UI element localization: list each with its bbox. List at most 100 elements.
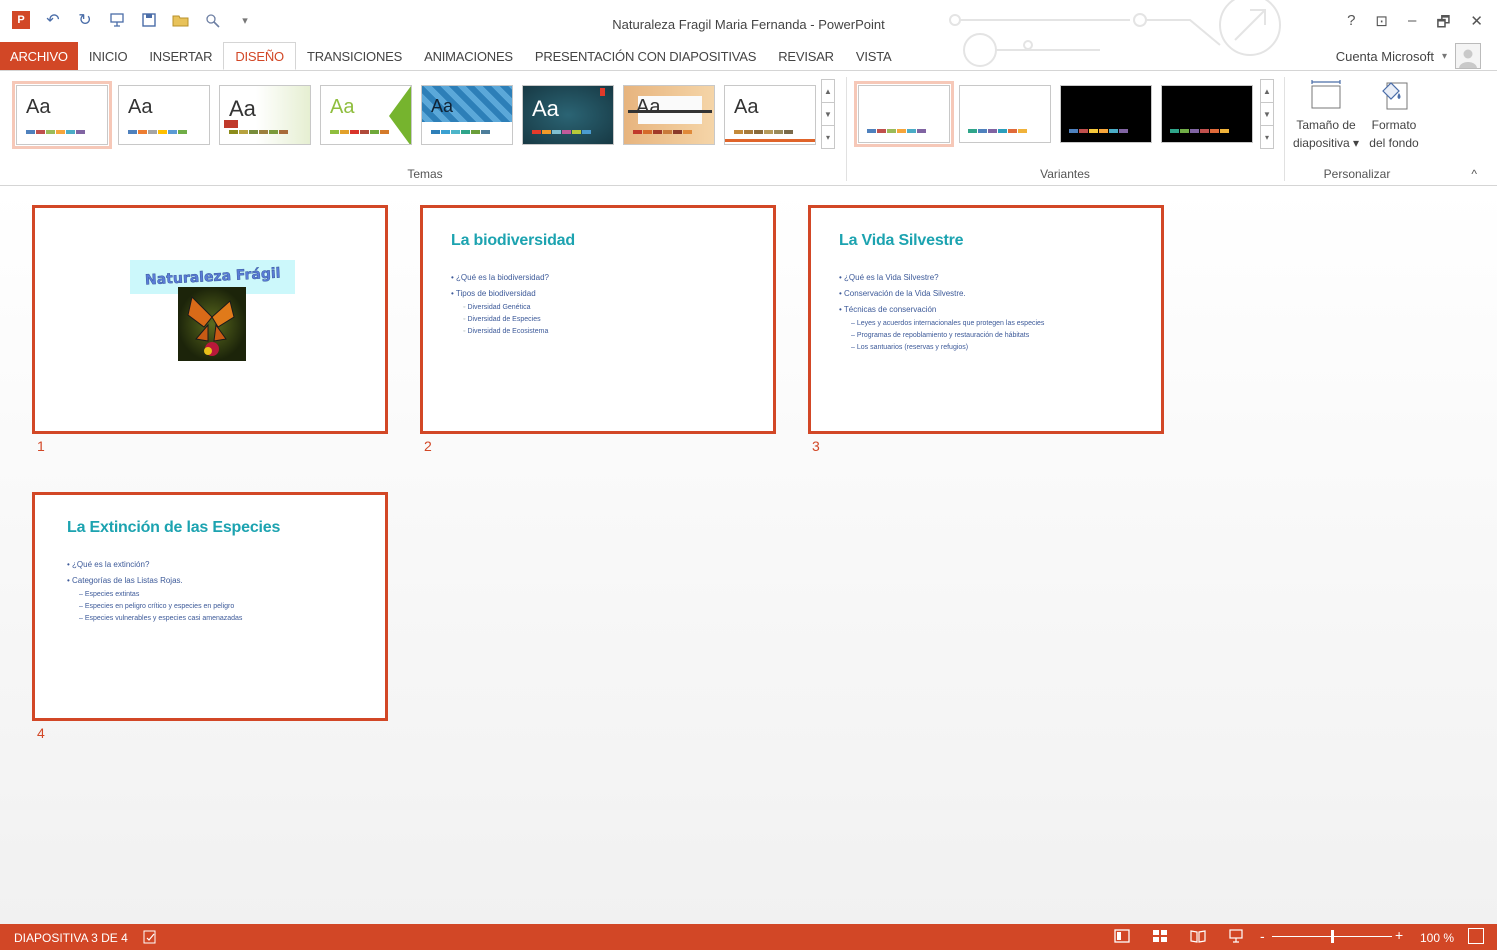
theme-madera[interactable]: Aa <box>623 85 715 145</box>
slide-number-1: 1 <box>37 438 45 454</box>
group-label-personalizar: Personalizar <box>1323 167 1391 181</box>
tab-insertar[interactable]: INSERTAR <box>138 42 223 70</box>
theme-ion[interactable]: Aa <box>320 85 412 145</box>
avatar[interactable] <box>1455 43 1481 69</box>
status-bar: DIAPOSITIVA 3 DE 4 - + 100 % <box>0 924 1497 950</box>
sub-bullet: Especies vulnerables y especies casi ame… <box>67 613 243 625</box>
restore-button[interactable]: 🗗 <box>1436 12 1450 37</box>
sub-bullet: Diversidad Genética <box>451 302 549 314</box>
slide-1-title: Naturaleza Frágil <box>144 265 281 289</box>
tab-animaciones[interactable]: ANIMACIONES <box>413 42 524 70</box>
variant-4[interactable] <box>1161 85 1253 143</box>
slide-2-title: La biodiversidad <box>451 232 575 249</box>
format-background-button[interactable]: Formato del fondo <box>1364 79 1424 153</box>
minimize-button[interactable]: – <box>1408 12 1416 37</box>
tab-archivo[interactable]: ARCHIVO <box>0 42 78 70</box>
variant-1[interactable] <box>854 81 954 147</box>
slideshow-view-icon[interactable] <box>1228 928 1244 944</box>
theme-office[interactable]: Aa <box>12 81 112 149</box>
reading-view-icon[interactable] <box>1190 928 1206 944</box>
slide-thumbnail-3[interactable]: La Vida Silvestre ¿Qué es la Vida Silves… <box>808 205 1164 434</box>
theme-color-bar <box>734 130 793 134</box>
collapse-ribbon-icon[interactable]: ^ <box>1471 167 1477 181</box>
theme-color-bar <box>229 130 288 134</box>
help-button[interactable]: ? <box>1347 12 1355 37</box>
slide-size-button[interactable]: Tamaño de diapositiva ▾ <box>1288 79 1364 153</box>
ribbon-display-options-button[interactable]: ⊡ <box>1375 12 1388 37</box>
fit-to-window-icon[interactable] <box>1468 928 1484 944</box>
bullet: Tipos de biodiversidad <box>451 286 549 302</box>
account-label[interactable]: Cuenta Microsoft <box>1336 49 1434 64</box>
slide-thumbnail-1[interactable]: Naturaleza Frágil <box>32 205 388 434</box>
theme-glyph: Aa <box>636 96 661 118</box>
tab-diseno[interactable]: DISEÑO <box>223 42 296 70</box>
slide-sorter: Naturaleza Frágil 1 La biodiversidad ¿Qu… <box>0 187 1497 924</box>
theme-color-bar <box>532 130 591 134</box>
sub-bullet: Diversidad de Especies <box>451 314 549 326</box>
theme-office-2[interactable]: Aa <box>118 85 210 145</box>
sub-bullet: Leyes y acuerdos internacionales que pro… <box>839 318 1045 330</box>
scroll-up-icon[interactable]: ▲ <box>822 80 834 103</box>
variants-gallery-scroll[interactable]: ▲ ▼ ▾ <box>1260 79 1274 149</box>
scroll-down-icon[interactable]: ▼ <box>822 103 834 126</box>
group-label-temas: Temas <box>407 167 443 181</box>
variant-color-bar <box>867 129 926 133</box>
bullet: ¿Qué es la extinción? <box>67 557 242 573</box>
account-caret-icon[interactable]: ▾ <box>1442 51 1447 62</box>
zoom-level[interactable]: 100 % <box>1420 931 1454 945</box>
more-icon[interactable]: ▾ <box>822 126 834 148</box>
slide-thumbnail-4[interactable]: La Extinción de las Especies ¿Qué es la … <box>32 492 388 721</box>
tab-inicio[interactable]: INICIO <box>78 42 139 70</box>
close-button[interactable]: ✕ <box>1470 12 1483 37</box>
theme-dark-teal[interactable]: Aa <box>522 85 614 145</box>
zoom-slider-thumb[interactable] <box>1331 930 1334 943</box>
slide-count-status: DIAPOSITIVA 3 DE 4 <box>14 931 128 945</box>
slide-2-body: ¿Qué es la biodiversidad? Tipos de biodi… <box>451 270 549 338</box>
format-background-label-1: Formato <box>1371 118 1417 132</box>
theme-galeria[interactable]: Aa <box>421 85 513 145</box>
tab-presentacion[interactable]: PRESENTACIÓN CON DIAPOSITIVAS <box>524 42 767 70</box>
bullet: ¿Qué es la biodiversidad? <box>451 270 549 286</box>
zoom-in-button[interactable]: + <box>1395 927 1403 943</box>
tab-revisar[interactable]: REVISAR <box>767 42 845 70</box>
sub-bullet: Diversidad de Ecosistema <box>451 326 549 338</box>
tab-transiciones[interactable]: TRANSICIONES <box>296 42 413 70</box>
theme-color-bar <box>330 130 389 134</box>
account-area[interactable]: Cuenta Microsoft ▾ <box>1336 42 1481 70</box>
slide-number-2: 2 <box>424 438 432 454</box>
theme-color-bar <box>128 130 187 134</box>
slide-number-4: 4 <box>37 725 45 741</box>
slide-size-label-2: diapositiva ▾ <box>1292 136 1360 150</box>
scroll-up-icon[interactable]: ▲ <box>1261 80 1273 103</box>
paint-bucket-icon <box>1382 82 1408 110</box>
theme-glyph: Aa <box>26 96 51 118</box>
variant-color-bar <box>968 129 1027 133</box>
spell-check-icon[interactable] <box>142 929 158 945</box>
slide-size-label-1: Tamaño de <box>1296 118 1356 132</box>
theme-retrospectiva[interactable]: Aa <box>724 85 816 145</box>
zoom-out-button[interactable]: - <box>1260 928 1265 944</box>
window-title: Naturaleza Fragil Maria Fernanda - Power… <box>612 17 885 32</box>
group-label-variantes: Variantes <box>1040 167 1090 181</box>
slide-number-3: 3 <box>812 438 820 454</box>
slide-4-body: ¿Qué es la extinción? Categorías de las … <box>67 557 242 625</box>
slide-thumbnail-2[interactable]: La biodiversidad ¿Qué es la biodiversida… <box>420 205 776 434</box>
variant-2[interactable] <box>959 85 1051 143</box>
themes-gallery-scroll[interactable]: ▲ ▼ ▾ <box>821 79 835 149</box>
variant-3[interactable] <box>1060 85 1152 143</box>
theme-color-bar <box>633 130 692 134</box>
theme-faceta[interactable]: Aa <box>219 85 311 145</box>
scroll-down-icon[interactable]: ▼ <box>1261 103 1273 126</box>
more-icon[interactable]: ▾ <box>1261 126 1273 148</box>
slide-3-title: La Vida Silvestre <box>839 232 964 249</box>
tab-vista[interactable]: VISTA <box>845 42 903 70</box>
slide-sorter-view-icon[interactable] <box>1152 928 1168 944</box>
bullet: Conservación de la Vida Silvestre. <box>839 286 1044 302</box>
group-separator <box>1284 77 1285 181</box>
format-background-label-2: del fondo <box>1369 136 1419 150</box>
title-bar: P ↶ ↻ ▾ Naturaleza Fragil Maria Fernanda… <box>0 0 1497 67</box>
normal-view-icon[interactable] <box>1114 928 1130 944</box>
window-controls: ? ⊡ – 🗗 ✕ <box>1347 12 1483 37</box>
bullet: Técnicas de conservación <box>839 302 1044 318</box>
ribbon-tabs: ARCHIVO INICIO INSERTAR DISEÑO TRANSICIO… <box>0 42 1497 70</box>
